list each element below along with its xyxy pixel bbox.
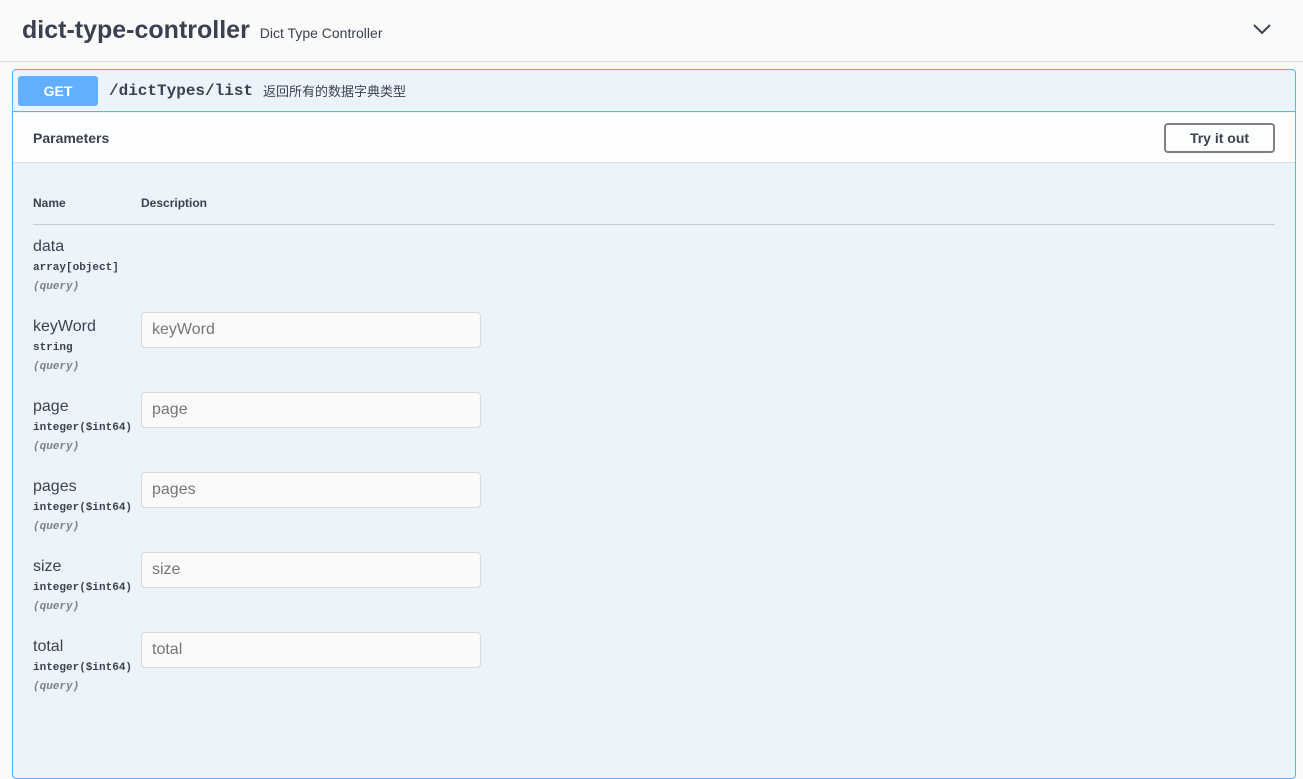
param-row-keyword: keyWord string (query) xyxy=(33,312,1273,388)
chevron-down-icon[interactable] xyxy=(1251,18,1273,40)
param-location: (query) xyxy=(33,681,80,693)
param-type: integer($int64) xyxy=(33,502,133,514)
param-name: page xyxy=(33,398,69,415)
param-name: data xyxy=(33,238,65,255)
operation-summary[interactable]: GET /dictTypes/list 返回所有的数据字典类型 xyxy=(13,70,1295,112)
param-location: (query) xyxy=(33,521,80,533)
column-name-header: Name xyxy=(33,196,66,210)
size-input[interactable] xyxy=(141,552,481,588)
param-type: integer($int64) xyxy=(33,422,133,434)
keyword-input[interactable] xyxy=(141,312,481,348)
param-type: integer($int64) xyxy=(33,662,133,674)
operation-description: 返回所有的数据字典类型 xyxy=(263,84,407,99)
param-name: size xyxy=(33,558,62,575)
param-location: (query) xyxy=(33,361,80,373)
param-row-data: data array[object] (query) xyxy=(33,238,1273,308)
operation-block: GET /dictTypes/list 返回所有的数据字典类型 Paramete… xyxy=(12,69,1296,779)
param-name: keyWord xyxy=(33,318,96,335)
page-input[interactable] xyxy=(141,392,481,428)
operation-path: /dictTypes/list xyxy=(109,81,254,100)
pages-input[interactable] xyxy=(141,472,481,508)
param-name: pages xyxy=(33,478,77,495)
total-input[interactable] xyxy=(141,632,481,668)
param-row-size: size integer($int64) (query) xyxy=(33,552,1273,628)
param-name: total xyxy=(33,638,64,655)
param-location: (query) xyxy=(33,601,80,613)
param-row-total: total integer($int64) (query) xyxy=(33,632,1273,708)
header-divider xyxy=(33,224,1275,225)
param-row-page: page integer($int64) (query) xyxy=(33,392,1273,468)
param-type: array[object] xyxy=(33,262,119,274)
param-row-pages: pages integer($int64) (query) xyxy=(33,472,1273,548)
tag-description: Dict Type Controller xyxy=(259,24,383,41)
try-it-out-button[interactable]: Try it out xyxy=(1164,123,1275,153)
tag-header[interactable]: dict-type-controller Dict Type Controlle… xyxy=(0,0,1303,62)
parameters-header: Parameters Try it out xyxy=(13,113,1295,163)
param-location: (query) xyxy=(33,281,80,293)
parameters-title: Parameters xyxy=(33,130,110,146)
tag-title: dict-type-controller xyxy=(22,16,250,44)
param-location: (query) xyxy=(33,441,80,453)
param-type: string xyxy=(33,342,73,354)
method-badge: GET xyxy=(18,75,98,106)
column-description-header: Description xyxy=(141,196,208,210)
param-type: integer($int64) xyxy=(33,582,133,594)
